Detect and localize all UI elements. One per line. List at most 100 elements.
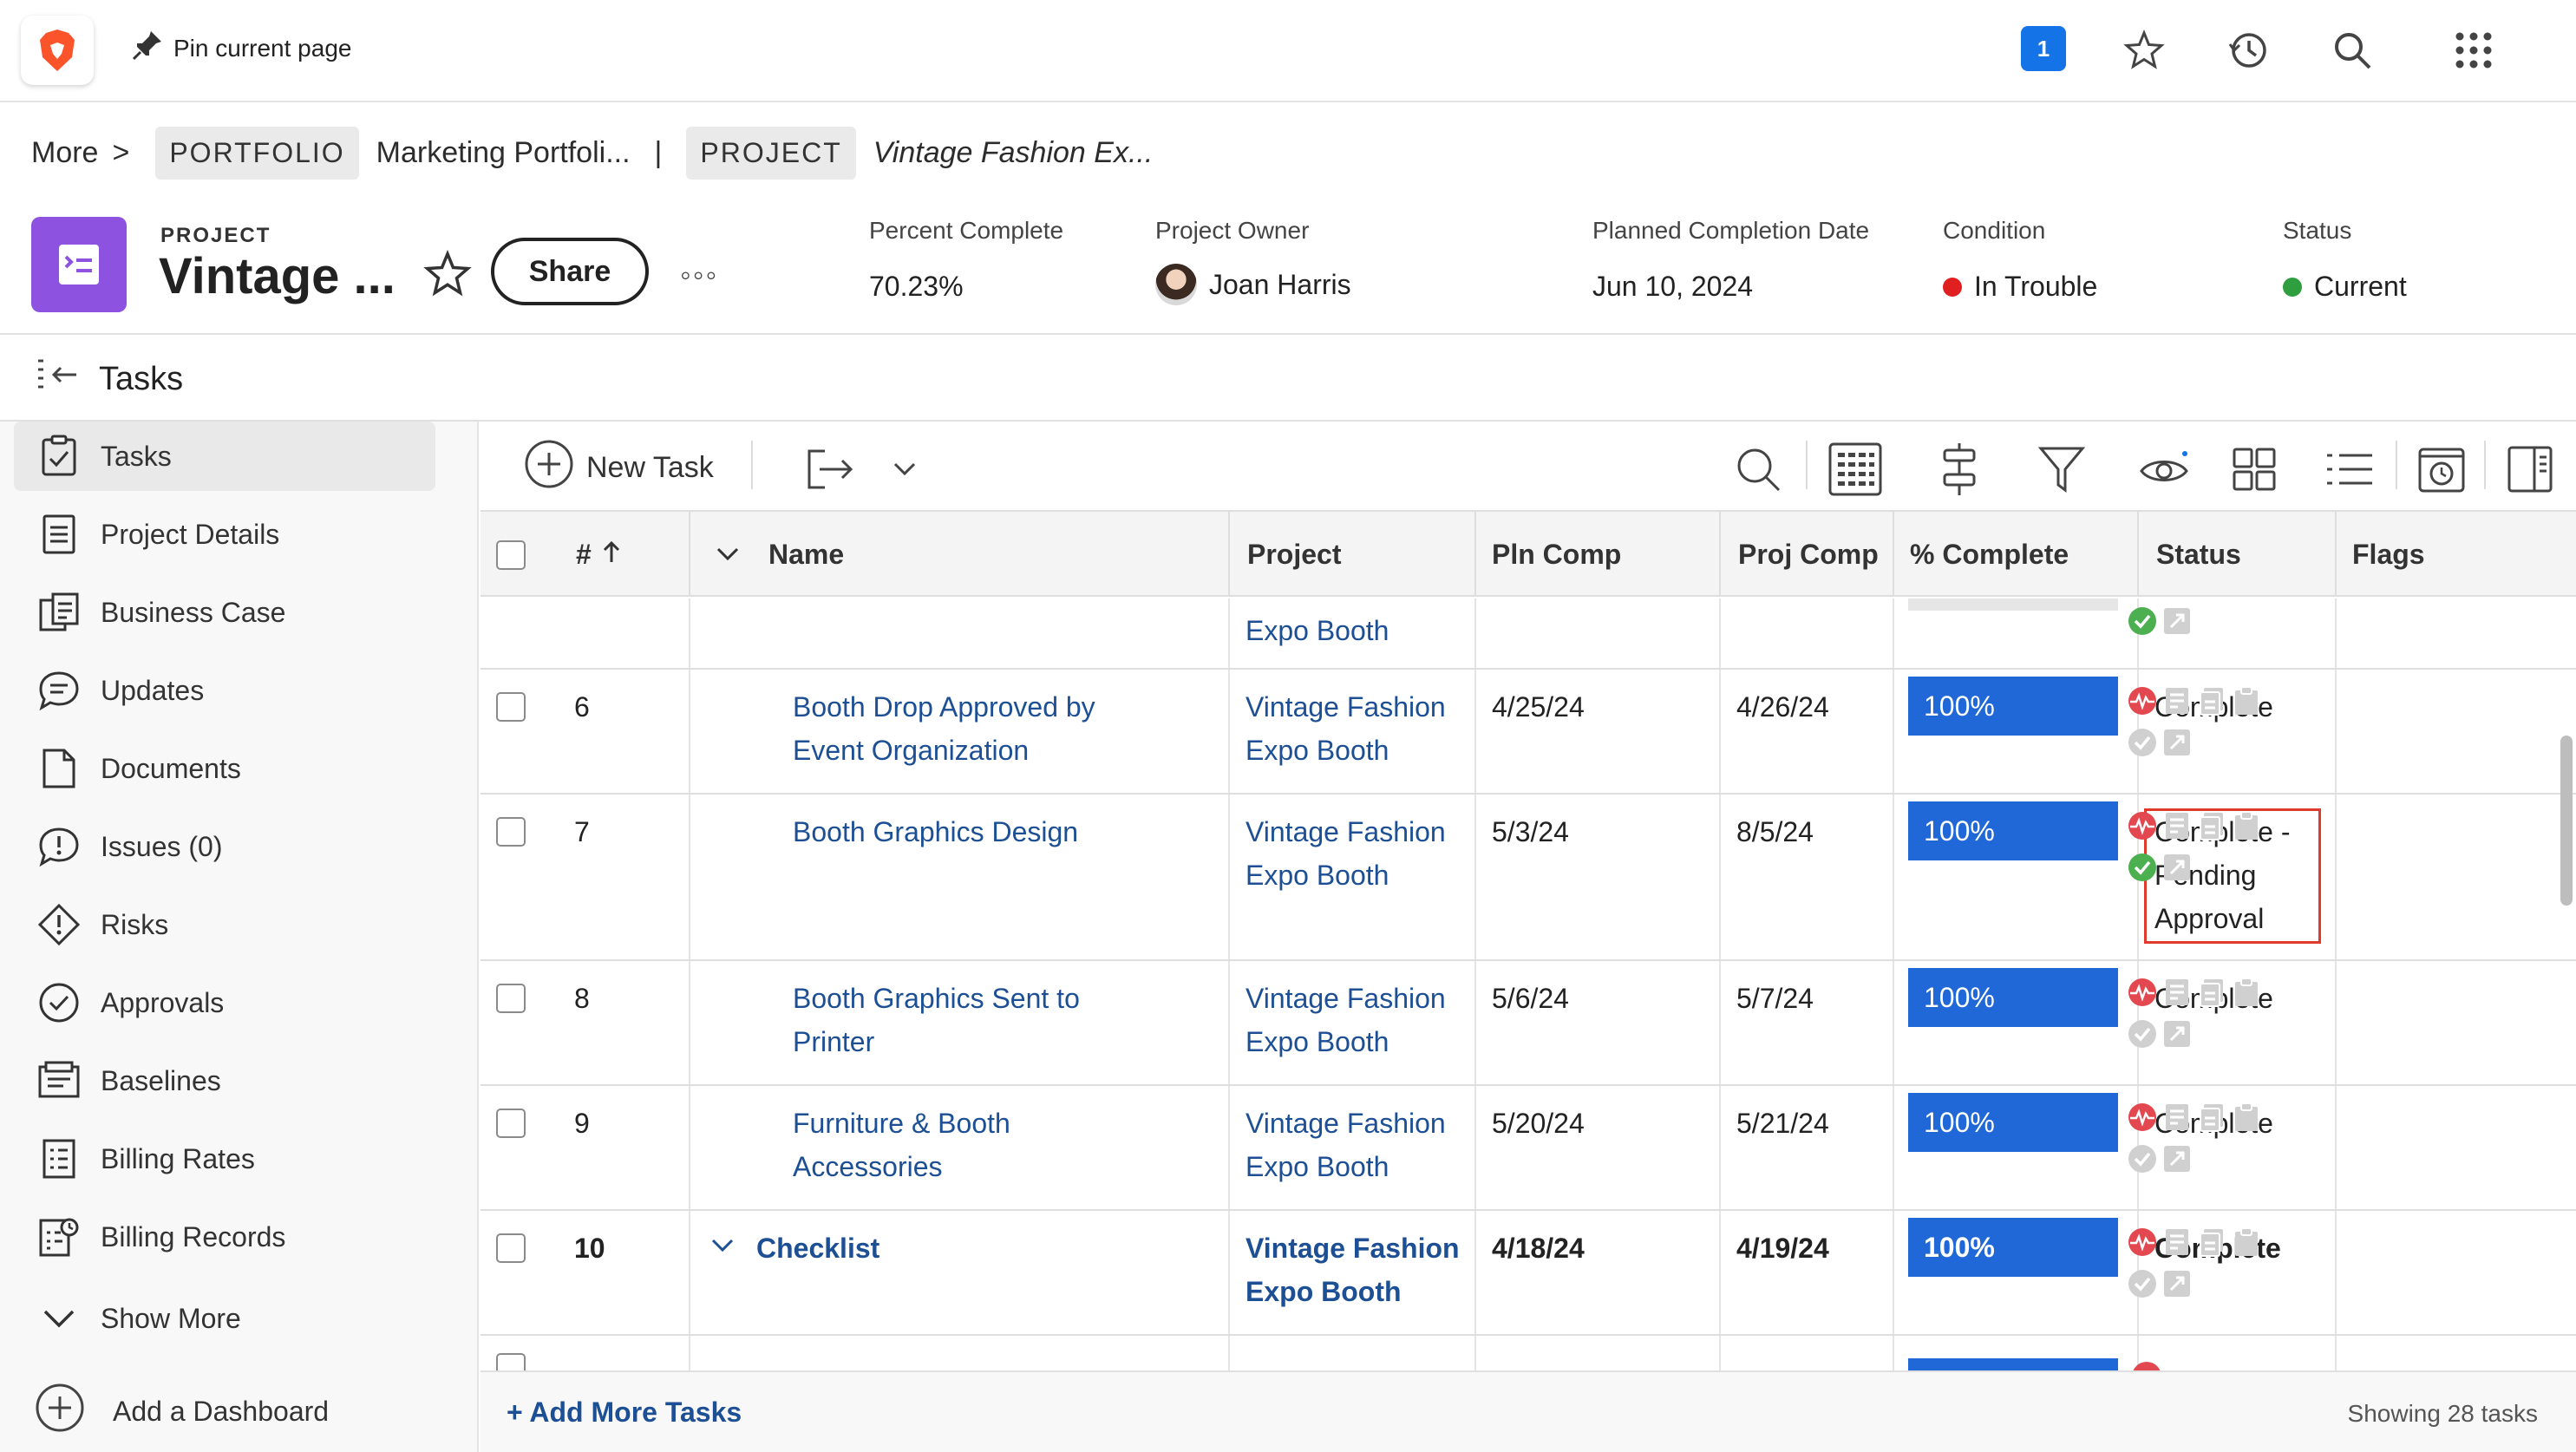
table-row-parent[interactable]: 10 Checklist Vintage Fashion Expo Booth 4… xyxy=(481,1211,2576,1336)
sidebar-item-approvals[interactable]: Approvals xyxy=(14,968,435,1037)
breadcrumb-project-link[interactable]: Vintage Fashion Ex... xyxy=(873,136,1154,170)
row-checkbox[interactable] xyxy=(496,817,526,847)
table-row-partial[interactable] xyxy=(481,1336,2576,1370)
table-row[interactable]: 9 Furniture & Booth Accessories Vintage F… xyxy=(481,1086,2576,1211)
notes-icon[interactable] xyxy=(2161,810,2193,841)
approval-pending-icon[interactable] xyxy=(2127,727,2158,758)
sidebar-item-baselines[interactable]: Baselines xyxy=(14,1046,435,1115)
grid-view-icon[interactable] xyxy=(1827,441,1884,498)
favorite-star-icon[interactable] xyxy=(423,250,472,303)
clipboard-icon[interactable] xyxy=(2231,810,2262,841)
link-icon[interactable] xyxy=(2161,1268,2193,1299)
health-pulse-icon[interactable] xyxy=(2127,1102,2158,1133)
column-header-proj-comp[interactable]: Proj Comp xyxy=(1738,512,1879,597)
health-pulse-icon[interactable] xyxy=(2127,977,2158,1008)
link-icon[interactable] xyxy=(2161,1018,2193,1050)
task-name-link[interactable]: Booth Graphics Sent to Printer xyxy=(793,977,1080,1063)
project-link[interactable]: Vintage Fashion Expo Booth xyxy=(1246,685,1446,772)
sidebar-item-risks[interactable]: Risks xyxy=(14,890,435,959)
breadcrumb-more-link[interactable]: More xyxy=(31,136,98,170)
sidebar-item-project-details[interactable]: Project Details xyxy=(14,500,435,569)
table-row-partial[interactable]: Expo Booth xyxy=(481,598,2576,670)
project-owner-value[interactable]: Joan Harris xyxy=(1209,269,1351,301)
add-more-tasks-link[interactable]: + Add More Tasks xyxy=(507,1396,742,1429)
search-icon[interactable] xyxy=(2328,26,2377,75)
chevron-down-icon[interactable] xyxy=(876,441,933,498)
clipboard-icon[interactable] xyxy=(2231,1102,2262,1133)
row-checkbox[interactable] xyxy=(496,1353,526,1370)
column-header-pct-complete[interactable]: % Complete xyxy=(1910,512,2069,597)
notes-icon[interactable] xyxy=(2161,685,2193,716)
pin-current-page-button[interactable]: Pin current page xyxy=(130,28,351,69)
health-pulse-icon[interactable] xyxy=(2132,1362,2161,1370)
row-checkbox[interactable] xyxy=(496,1233,526,1263)
search-icon[interactable] xyxy=(1729,441,1787,498)
new-task-button[interactable]: New Task xyxy=(524,439,714,497)
percent-complete-bar[interactable]: 100% xyxy=(1908,1218,2118,1277)
documents-icon[interactable] xyxy=(2196,977,2227,1008)
documents-icon[interactable] xyxy=(2196,1226,2227,1258)
row-checkbox[interactable] xyxy=(496,984,526,1013)
table-row[interactable]: 7 Booth Graphics Design Vintage Fashion E… xyxy=(481,795,2576,961)
health-pulse-icon[interactable] xyxy=(2127,1226,2158,1258)
health-pulse-icon[interactable] xyxy=(2127,810,2158,841)
task-name-link[interactable]: Furniture & Booth Accessories xyxy=(793,1102,1010,1188)
share-button[interactable]: Share xyxy=(491,238,649,305)
clipboard-icon[interactable] xyxy=(2231,1226,2262,1258)
approval-pending-icon[interactable] xyxy=(2127,1268,2158,1299)
star-icon[interactable] xyxy=(2120,26,2168,75)
collapse-panel-icon[interactable] xyxy=(35,356,80,402)
column-header-flags[interactable]: Flags xyxy=(2352,512,2425,597)
approval-pending-icon[interactable] xyxy=(2127,1143,2158,1174)
add-dashboard-button[interactable]: Add a Dashboard xyxy=(35,1383,329,1440)
notes-icon[interactable] xyxy=(2161,1226,2193,1258)
timeline-icon[interactable] xyxy=(2413,441,2470,498)
percent-complete-bar[interactable]: 100% xyxy=(1908,801,2118,860)
column-header-project[interactable]: Project xyxy=(1247,512,1341,597)
project-link[interactable]: Vintage Fashion Expo Booth xyxy=(1246,1102,1446,1188)
link-icon[interactable] xyxy=(2161,605,2193,637)
filter-icon[interactable] xyxy=(2033,441,2090,498)
column-header-number[interactable]: # xyxy=(576,512,621,597)
owner-avatar[interactable] xyxy=(1155,264,1197,305)
task-name-link[interactable]: Booth Drop Approved by Event Organization xyxy=(793,685,1095,772)
documents-icon[interactable] xyxy=(2196,685,2227,716)
select-all-checkbox[interactable] xyxy=(496,540,526,570)
condition-value[interactable]: In Trouble xyxy=(1974,271,2097,303)
export-icon[interactable] xyxy=(801,441,859,498)
collapse-all-icon[interactable] xyxy=(715,512,741,597)
list-view-icon[interactable] xyxy=(2321,441,2378,498)
status-value[interactable]: Current xyxy=(2314,271,2407,303)
task-name-link[interactable]: Checklist xyxy=(756,1226,879,1270)
row-checkbox[interactable] xyxy=(496,1109,526,1138)
side-panel-icon[interactable] xyxy=(2501,441,2559,498)
sidebar-item-updates[interactable]: Updates xyxy=(14,656,435,725)
column-header-pln-comp[interactable]: Pln Comp xyxy=(1492,512,1621,597)
documents-icon[interactable] xyxy=(2196,1102,2227,1133)
link-icon[interactable] xyxy=(2161,727,2193,758)
breadcrumb-portfolio-link[interactable]: Marketing Portfoli... xyxy=(376,136,631,170)
table-row[interactable]: 8 Booth Graphics Sent to Printer Vintage … xyxy=(481,961,2576,1086)
percent-complete-bar[interactable]: 100% xyxy=(1908,1093,2118,1152)
sidebar-item-billing-records[interactable]: Billing Records xyxy=(14,1202,435,1272)
table-scrollbar[interactable] xyxy=(2560,736,2573,906)
brave-logo-icon[interactable] xyxy=(21,16,94,85)
percent-complete-bar[interactable]: 100% xyxy=(1908,968,2118,1027)
apps-grid-icon[interactable] xyxy=(2449,26,2498,75)
notes-icon[interactable] xyxy=(2161,977,2193,1008)
notes-icon[interactable] xyxy=(2161,1102,2193,1133)
task-name-link[interactable]: Booth Graphics Design xyxy=(793,810,1078,854)
project-link[interactable]: Vintage Fashion Expo Booth xyxy=(1246,810,1446,897)
documents-icon[interactable] xyxy=(2196,810,2227,841)
more-options-button[interactable]: ◦◦◦ xyxy=(680,257,718,293)
project-cell[interactable]: Expo Booth xyxy=(1246,609,1389,652)
sidebar-item-documents[interactable]: Documents xyxy=(14,734,435,803)
show-more-button[interactable]: Show More xyxy=(14,1284,435,1353)
clipboard-icon[interactable] xyxy=(2231,977,2262,1008)
link-icon[interactable] xyxy=(2161,852,2193,883)
project-link[interactable]: Vintage Fashion Expo Booth xyxy=(1246,1226,1460,1313)
row-checkbox[interactable] xyxy=(496,692,526,722)
column-header-status[interactable]: Status xyxy=(2156,512,2241,597)
column-header-name[interactable]: Name xyxy=(768,512,844,597)
link-icon[interactable] xyxy=(2161,1143,2193,1174)
